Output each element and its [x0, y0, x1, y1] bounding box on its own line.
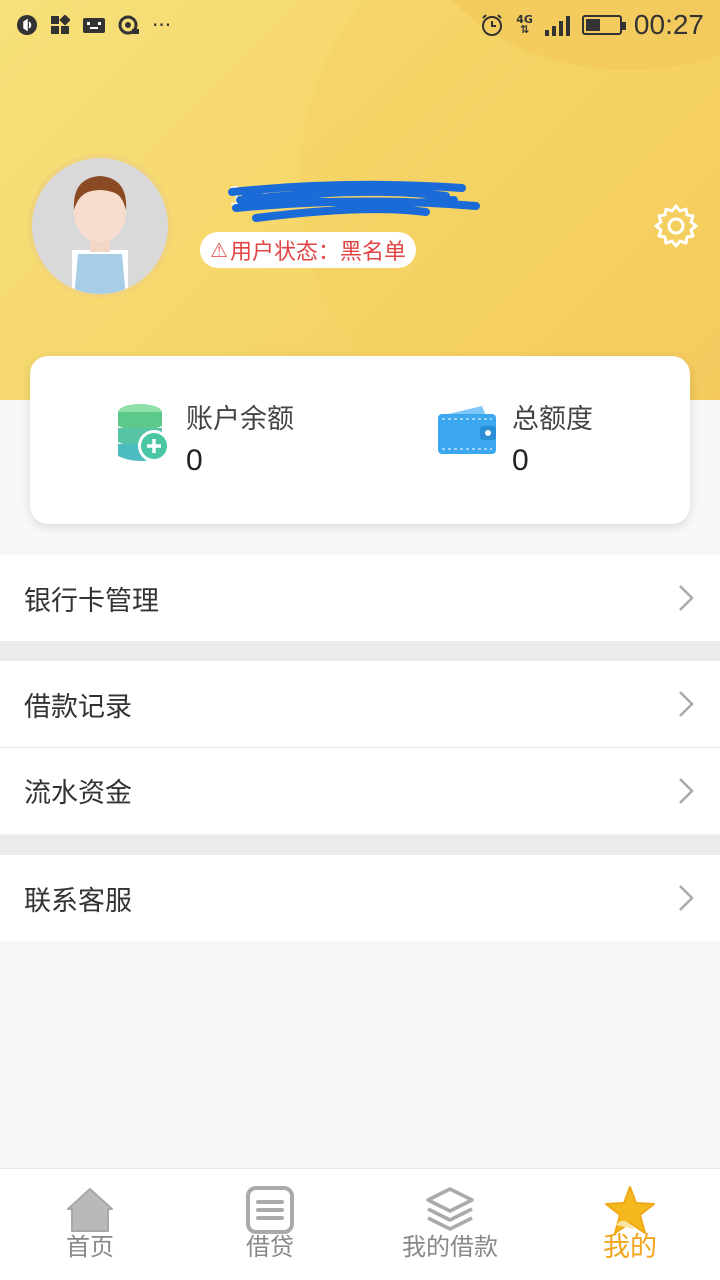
alarm-icon — [482, 14, 503, 36]
network-type: 4G ⇅ — [516, 14, 533, 36]
chevron-right-icon — [679, 585, 694, 611]
status-bar: ··· 4G ⇅ 00:27 — [0, 0, 720, 50]
chevron-right-icon — [679, 777, 694, 804]
menu-item-label: 联系客服 — [24, 885, 132, 917]
menu-item-label: 流水资金 — [24, 778, 132, 809]
menu-item-contact-support[interactable]: 联系客服 — [0, 855, 720, 941]
user-status-text: 用户状态：黑名单 — [229, 240, 406, 265]
account-balance-text: 账户余额 0 — [186, 402, 294, 478]
tab-home[interactable]: 首页 — [0, 1169, 180, 1280]
menu-group-bank: 银行卡管理 — [0, 555, 720, 641]
wallet-icon — [438, 406, 496, 454]
avatar-person-icon — [72, 176, 128, 294]
cast-icon — [118, 15, 139, 35]
warning-icon: ⚠ — [210, 238, 228, 262]
data-arrows-icon: ⇅ — [519, 23, 530, 36]
menu-group-support: 联系客服 — [0, 855, 720, 941]
tab-label: 我的 — [603, 1232, 657, 1263]
total-credit[interactable]: 总额度 0 — [436, 402, 593, 478]
status-right: 4G ⇅ 00:27 — [480, 9, 704, 41]
battery-icon — [581, 15, 626, 35]
tab-mine[interactable]: 我的 — [540, 1169, 720, 1280]
settings-gear-icon[interactable] — [652, 202, 700, 250]
section-divider — [0, 641, 720, 661]
total-credit-value: 0 — [512, 444, 529, 477]
menu-group-records: 借款记录 流水资金 — [0, 661, 720, 833]
avatar[interactable] — [28, 154, 172, 298]
total-credit-label: 总额度 — [512, 404, 593, 435]
section-divider — [0, 835, 720, 855]
coins-add-icon — [118, 404, 170, 462]
bottom-tab-bar: 首页 借贷 我的借款 我的 — [0, 1168, 720, 1280]
account-balance-label: 账户余额 — [186, 404, 294, 435]
status-left: ··· — [16, 14, 171, 36]
total-credit-text: 总额度 0 — [512, 402, 593, 478]
menu-item-cash-flow[interactable]: 流水资金 — [0, 747, 720, 833]
chevron-right-icon — [679, 885, 694, 911]
chevron-right-icon — [679, 691, 694, 717]
account-balance-value: 0 — [186, 444, 203, 477]
tab-my-loans[interactable]: 我的借款 — [360, 1169, 540, 1280]
tab-label: 首页 — [66, 1233, 114, 1261]
tab-label: 借贷 — [246, 1233, 294, 1261]
tab-loan[interactable]: 借贷 — [180, 1169, 360, 1280]
redaction-scribble — [228, 180, 480, 222]
balance-card: 账户余额 0 总额度 0 — [30, 356, 690, 524]
menu-item-label: 银行卡管理 — [24, 585, 159, 617]
more-icon: ··· — [152, 13, 172, 37]
shield-icon — [17, 15, 37, 35]
menu-item-label: 借款记录 — [24, 691, 132, 723]
menu-item-loan-records[interactable]: 借款记录 — [0, 661, 720, 747]
app-icon — [51, 15, 70, 34]
clock: 00:27 — [633, 9, 704, 40]
tool-icon — [83, 18, 105, 33]
user-status-badge: ⚠ 用户状态：黑名单 — [200, 232, 416, 268]
battery-level — [585, 19, 601, 31]
menu-item-bank-card[interactable]: 银行卡管理 — [0, 555, 720, 641]
account-balance[interactable]: 账户余额 0 — [116, 402, 294, 478]
tab-label: 我的借款 — [402, 1233, 498, 1261]
signal-icon — [544, 14, 570, 36]
